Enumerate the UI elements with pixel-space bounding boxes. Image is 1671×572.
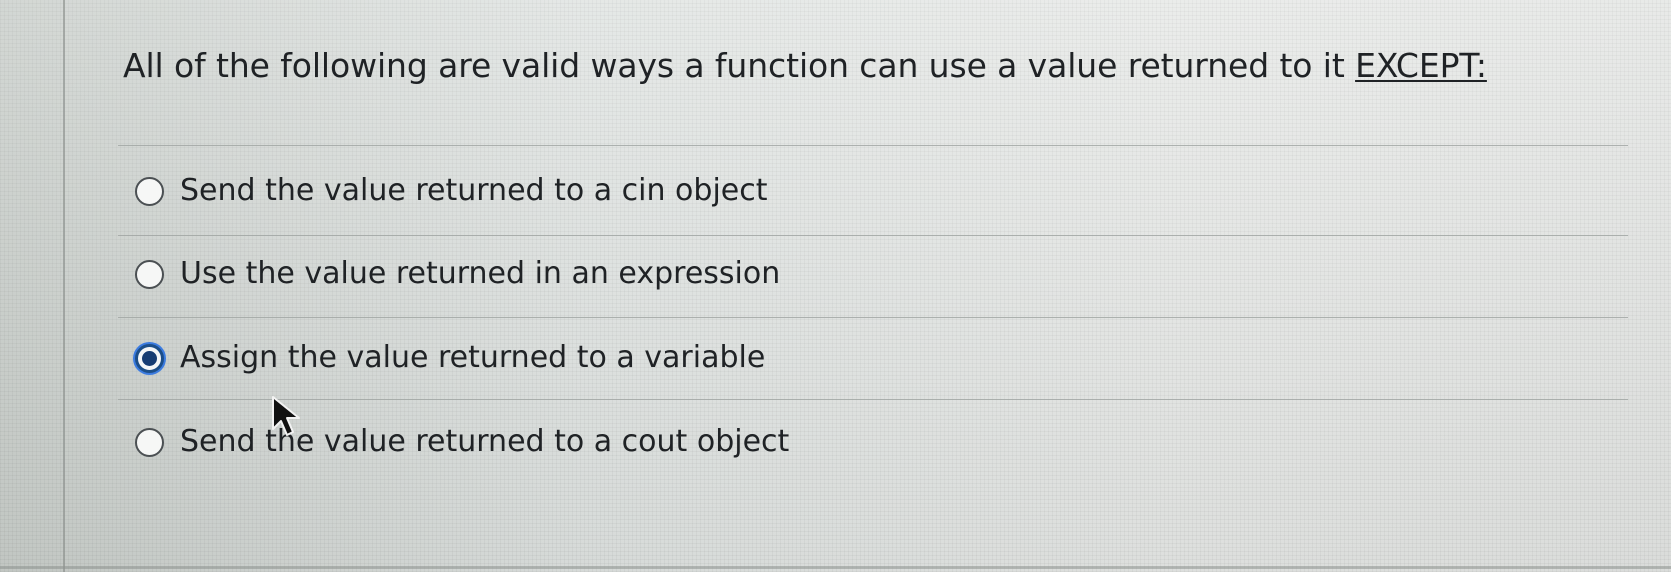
answer-label: Send the value returned to a cout object — [180, 424, 790, 459]
radio-button-icon[interactable] — [135, 427, 164, 457]
bottom-border — [0, 566, 1671, 569]
question-prompt: All of the following are valid ways a fu… — [123, 41, 1583, 91]
question-card: All of the following are valid ways a fu… — [65, 0, 1671, 566]
answer-label: Send the value returned to a cin object — [180, 173, 768, 208]
radio-button-icon[interactable] — [135, 176, 164, 206]
radio-button-icon[interactable] — [135, 259, 164, 289]
question-emphasis: EXCEPT: — [1355, 46, 1487, 85]
selected-radio-button-icon[interactable] — [135, 343, 164, 373]
question-text: All of the following are valid ways a fu… — [123, 46, 1356, 85]
answer-options: Send the value returned to a cin object … — [118, 145, 1628, 545]
answer-option-send-to-cin[interactable]: Send the value returned to a cin object — [118, 145, 1618, 237]
answer-option-send-to-cout[interactable]: Send the value returned to a cout object — [118, 396, 1618, 488]
quiz-screen: All of the following are valid ways a fu… — [0, 0, 1671, 572]
answer-option-use-in-expression[interactable]: Use the value returned in an expression — [118, 228, 1618, 320]
answer-label: Use the value returned in an expression — [180, 256, 781, 291]
answer-label: Assign the value returned to a variable — [180, 340, 766, 375]
answer-option-assign-to-variable[interactable]: Assign the value returned to a variable — [118, 312, 1618, 404]
